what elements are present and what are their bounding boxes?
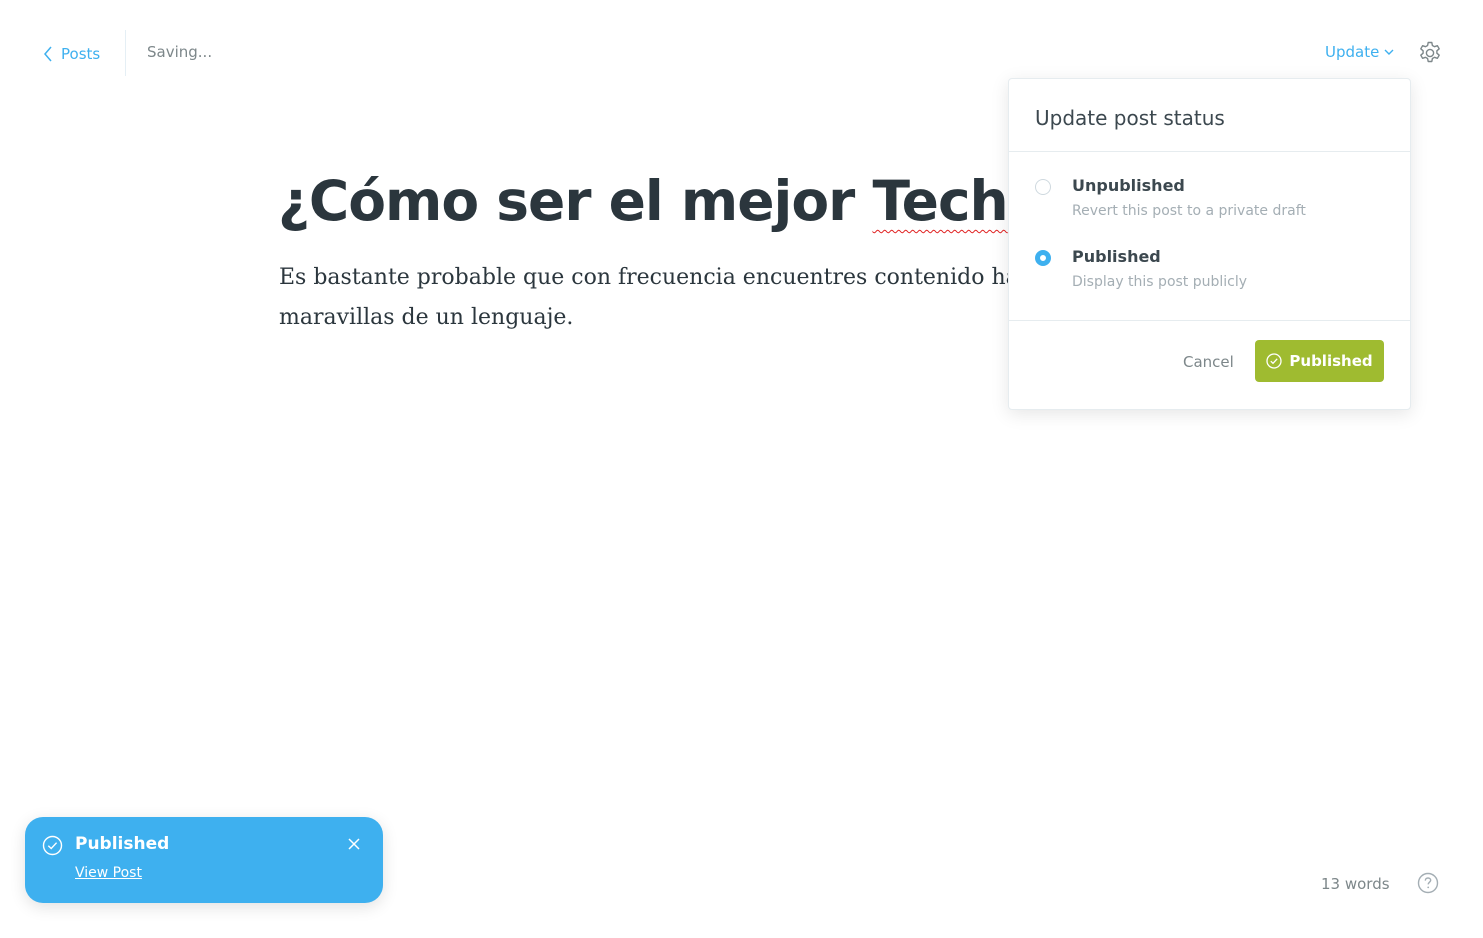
panel-divider [1009,320,1410,321]
radio-published[interactable] [1035,250,1051,266]
option-label: Unpublished [1072,176,1185,195]
help-icon[interactable] [1417,872,1439,894]
chevron-down-icon [1384,49,1394,55]
published-toast: Published View Post [25,817,383,903]
cancel-button[interactable]: Cancel [1183,353,1234,371]
back-link-label: Posts [61,45,101,63]
gear-icon [1420,41,1440,63]
title-misspelled-word: Tech [872,169,1008,233]
option-label: Published [1072,247,1161,266]
check-circle-icon [1266,353,1283,369]
word-count: 13 words [1321,875,1390,893]
publish-button[interactable]: Published [1255,340,1384,382]
radio-unpublished[interactable] [1035,179,1051,195]
chevron-left-icon [44,46,52,62]
update-label: Update [1325,43,1380,61]
view-post-link[interactable]: View Post [75,865,142,881]
option-description: Display this post publicly [1072,274,1248,290]
settings-button[interactable] [1417,40,1443,66]
post-status-dropdown: Update post status Unpublished Revert th… [1008,78,1411,410]
close-icon[interactable] [347,837,361,851]
option-description: Revert this post to a private draft [1072,203,1306,219]
publish-button-label: Published [1289,352,1373,370]
check-circle-icon [42,835,63,856]
save-status: Saving... [147,43,213,61]
header-divider [125,30,126,76]
back-to-posts-link[interactable]: Posts [42,40,100,68]
panel-title: Update post status [1035,106,1225,130]
title-text-start: ¿Cómo ser el mejor [278,169,873,233]
panel-divider [1009,151,1410,152]
toast-title: Published [75,834,170,854]
update-dropdown-trigger[interactable]: Update [1325,43,1395,61]
